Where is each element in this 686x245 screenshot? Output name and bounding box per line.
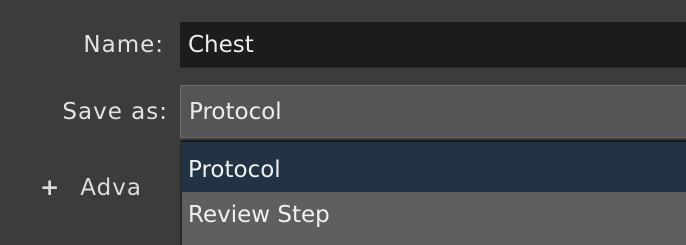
plus-icon: + bbox=[40, 175, 61, 201]
save-as-dropdown-list: Protocol Review Step bbox=[180, 140, 686, 245]
name-label: Name: bbox=[83, 32, 164, 58]
dropdown-option-review-step[interactable]: Review Step bbox=[182, 192, 686, 245]
name-input[interactable]: Chest bbox=[180, 22, 686, 68]
save-dialog: Name: Chest Save as: Protocol + Adva Prot… bbox=[0, 0, 686, 245]
save-as-label: Save as: bbox=[62, 99, 168, 125]
dropdown-option-protocol[interactable]: Protocol bbox=[182, 140, 686, 192]
advanced-label: Adva bbox=[80, 175, 142, 201]
advanced-toggle[interactable]: + Adva bbox=[40, 168, 142, 208]
save-as-select[interactable]: Protocol bbox=[180, 85, 686, 138]
